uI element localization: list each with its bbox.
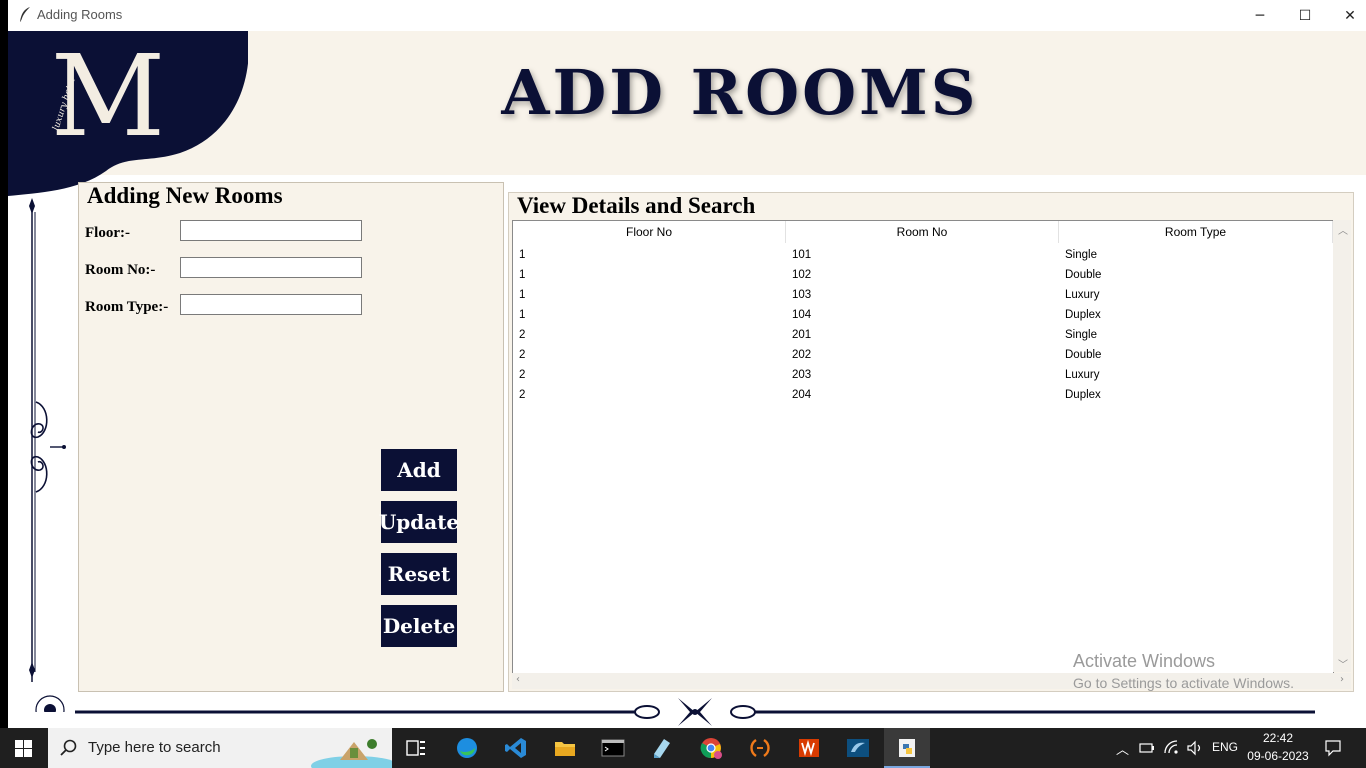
watermark-line-2: Go to Settings to activate Windows. bbox=[1073, 675, 1294, 691]
decorative-vine-icon bbox=[29, 198, 66, 712]
cell-room-type: Luxury bbox=[1065, 289, 1100, 301]
cell-floor-no: 2 bbox=[519, 349, 526, 361]
decorative-divider-icon bbox=[75, 698, 1315, 726]
taskbar: Type here to search ︿ ENG 22:42 09-06-20… bbox=[0, 728, 1366, 768]
table-row[interactable]: 2 202 Double bbox=[513, 345, 1333, 365]
chrome-icon[interactable] bbox=[699, 736, 723, 760]
cell-floor-no: 2 bbox=[519, 369, 526, 381]
terminal-icon[interactable] bbox=[601, 736, 625, 760]
column-header-room-type[interactable]: Room Type bbox=[1059, 221, 1333, 243]
room-no-label: Room No:- bbox=[85, 262, 156, 278]
activate-windows-watermark: Activate Windows Go to Settings to activ… bbox=[1073, 651, 1294, 691]
vscode-icon[interactable] bbox=[504, 736, 528, 760]
table-row[interactable]: 1 102 Double bbox=[513, 265, 1333, 285]
cell-room-no: 202 bbox=[792, 349, 812, 361]
cell-room-no: 102 bbox=[792, 269, 812, 281]
cell-floor-no: 1 bbox=[519, 249, 526, 261]
delete-button[interactable]: Delete bbox=[381, 605, 457, 647]
cell-room-type: Duplex bbox=[1065, 309, 1101, 321]
room-type-label: Room Type:- bbox=[85, 299, 169, 315]
show-hidden-icons-icon[interactable]: ︿ bbox=[1116, 739, 1129, 758]
cell-floor-no: 1 bbox=[519, 309, 526, 321]
rooms-table[interactable]: Floor No Room No Room Type 1 101 Single 1 10… bbox=[512, 220, 1334, 674]
hotel-logo: M luxury hotel bbox=[8, 31, 248, 196]
clock-time[interactable]: 22:42 bbox=[1248, 731, 1308, 745]
cell-room-no: 203 bbox=[792, 369, 812, 381]
search-placeholder: Type here to search bbox=[88, 739, 221, 756]
mysql-workbench-icon[interactable] bbox=[846, 736, 870, 760]
title-bar: Adding Rooms ─ ☐ ✕ bbox=[0, 0, 1366, 31]
maximize-button[interactable]: ☐ bbox=[1282, 0, 1328, 31]
cell-room-type: Luxury bbox=[1065, 369, 1100, 381]
feather-icon bbox=[19, 7, 30, 24]
wifi-icon[interactable] bbox=[1163, 739, 1181, 757]
cell-room-no: 204 bbox=[792, 389, 812, 401]
floor-label: Floor:- bbox=[85, 225, 130, 241]
cell-room-no: 103 bbox=[792, 289, 812, 301]
notifications-icon[interactable] bbox=[1324, 739, 1342, 757]
page-title: ADD ROOMS bbox=[501, 56, 979, 129]
scroll-left-arrow-icon[interactable]: ‹ bbox=[516, 674, 520, 685]
search-icon bbox=[60, 739, 77, 756]
vertical-scrollbar[interactable]: ︿ ﹀ bbox=[1333, 220, 1351, 672]
task-view-icon[interactable] bbox=[404, 736, 428, 760]
view-panel-legend: View Details and Search bbox=[515, 193, 758, 219]
add-button[interactable]: Add bbox=[381, 449, 457, 491]
cell-room-no: 101 bbox=[792, 249, 812, 261]
watermark-line-1: Activate Windows bbox=[1073, 651, 1216, 671]
column-header-room-no[interactable]: Room No bbox=[786, 221, 1059, 243]
cell-room-type: Double bbox=[1065, 349, 1102, 361]
notepad-icon[interactable] bbox=[650, 736, 674, 760]
window-left-border bbox=[0, 0, 8, 728]
eclipse-icon[interactable] bbox=[748, 736, 772, 760]
clock-date[interactable]: 09-06-2023 bbox=[1245, 749, 1311, 763]
cell-room-no: 201 bbox=[792, 329, 812, 341]
taskbar-search-box[interactable]: Type here to search bbox=[48, 728, 392, 768]
volume-icon[interactable] bbox=[1186, 739, 1204, 757]
cell-floor-no: 1 bbox=[519, 289, 526, 301]
scroll-down-arrow-icon[interactable]: ﹀ bbox=[1338, 656, 1348, 671]
cell-floor-no: 1 bbox=[519, 269, 526, 281]
python-idle-icon[interactable] bbox=[895, 736, 919, 760]
update-button[interactable]: Update bbox=[379, 501, 459, 543]
add-panel-legend: Adding New Rooms bbox=[85, 183, 285, 209]
view-details-panel: View Details and Search Floor No Room No… bbox=[508, 192, 1354, 692]
scroll-up-arrow-icon[interactable]: ︿ bbox=[1338, 222, 1348, 237]
language-indicator[interactable]: ENG bbox=[1212, 740, 1238, 754]
office-app-icon[interactable] bbox=[797, 736, 821, 760]
edge-icon[interactable] bbox=[455, 736, 479, 760]
floor-input[interactable] bbox=[180, 220, 362, 241]
cell-room-no: 104 bbox=[792, 309, 812, 321]
table-row[interactable]: 2 203 Luxury bbox=[513, 365, 1333, 385]
add-rooms-panel: Adding New Rooms Floor:- Room No:- Room … bbox=[78, 182, 504, 692]
scroll-right-arrow-icon[interactable]: › bbox=[1340, 674, 1344, 685]
cell-room-type: Double bbox=[1065, 269, 1102, 281]
room-no-input[interactable] bbox=[180, 257, 362, 278]
cell-floor-no: 2 bbox=[519, 329, 526, 341]
table-row[interactable]: 2 204 Duplex bbox=[513, 385, 1333, 405]
table-row[interactable]: 2 201 Single bbox=[513, 325, 1333, 345]
room-type-input[interactable] bbox=[180, 294, 362, 315]
file-explorer-icon[interactable] bbox=[553, 736, 577, 760]
cell-room-type: Duplex bbox=[1065, 389, 1101, 401]
close-button[interactable]: ✕ bbox=[1327, 0, 1366, 31]
column-header-floor-no[interactable]: Floor No bbox=[513, 221, 786, 243]
cell-room-type: Single bbox=[1065, 329, 1097, 341]
table-row[interactable]: 1 101 Single bbox=[513, 245, 1333, 265]
window-title: Adding Rooms bbox=[37, 7, 123, 22]
reset-button[interactable]: Reset bbox=[381, 553, 457, 595]
cell-floor-no: 2 bbox=[519, 389, 526, 401]
minimize-button[interactable]: ─ bbox=[1237, 0, 1283, 31]
table-row[interactable]: 1 104 Duplex bbox=[513, 305, 1333, 325]
windows-start-icon[interactable] bbox=[15, 740, 32, 757]
search-highlight-illustration-icon bbox=[311, 739, 392, 768]
cell-room-type: Single bbox=[1065, 249, 1097, 261]
battery-icon[interactable] bbox=[1139, 741, 1155, 755]
table-row[interactable]: 1 103 Luxury bbox=[513, 285, 1333, 305]
